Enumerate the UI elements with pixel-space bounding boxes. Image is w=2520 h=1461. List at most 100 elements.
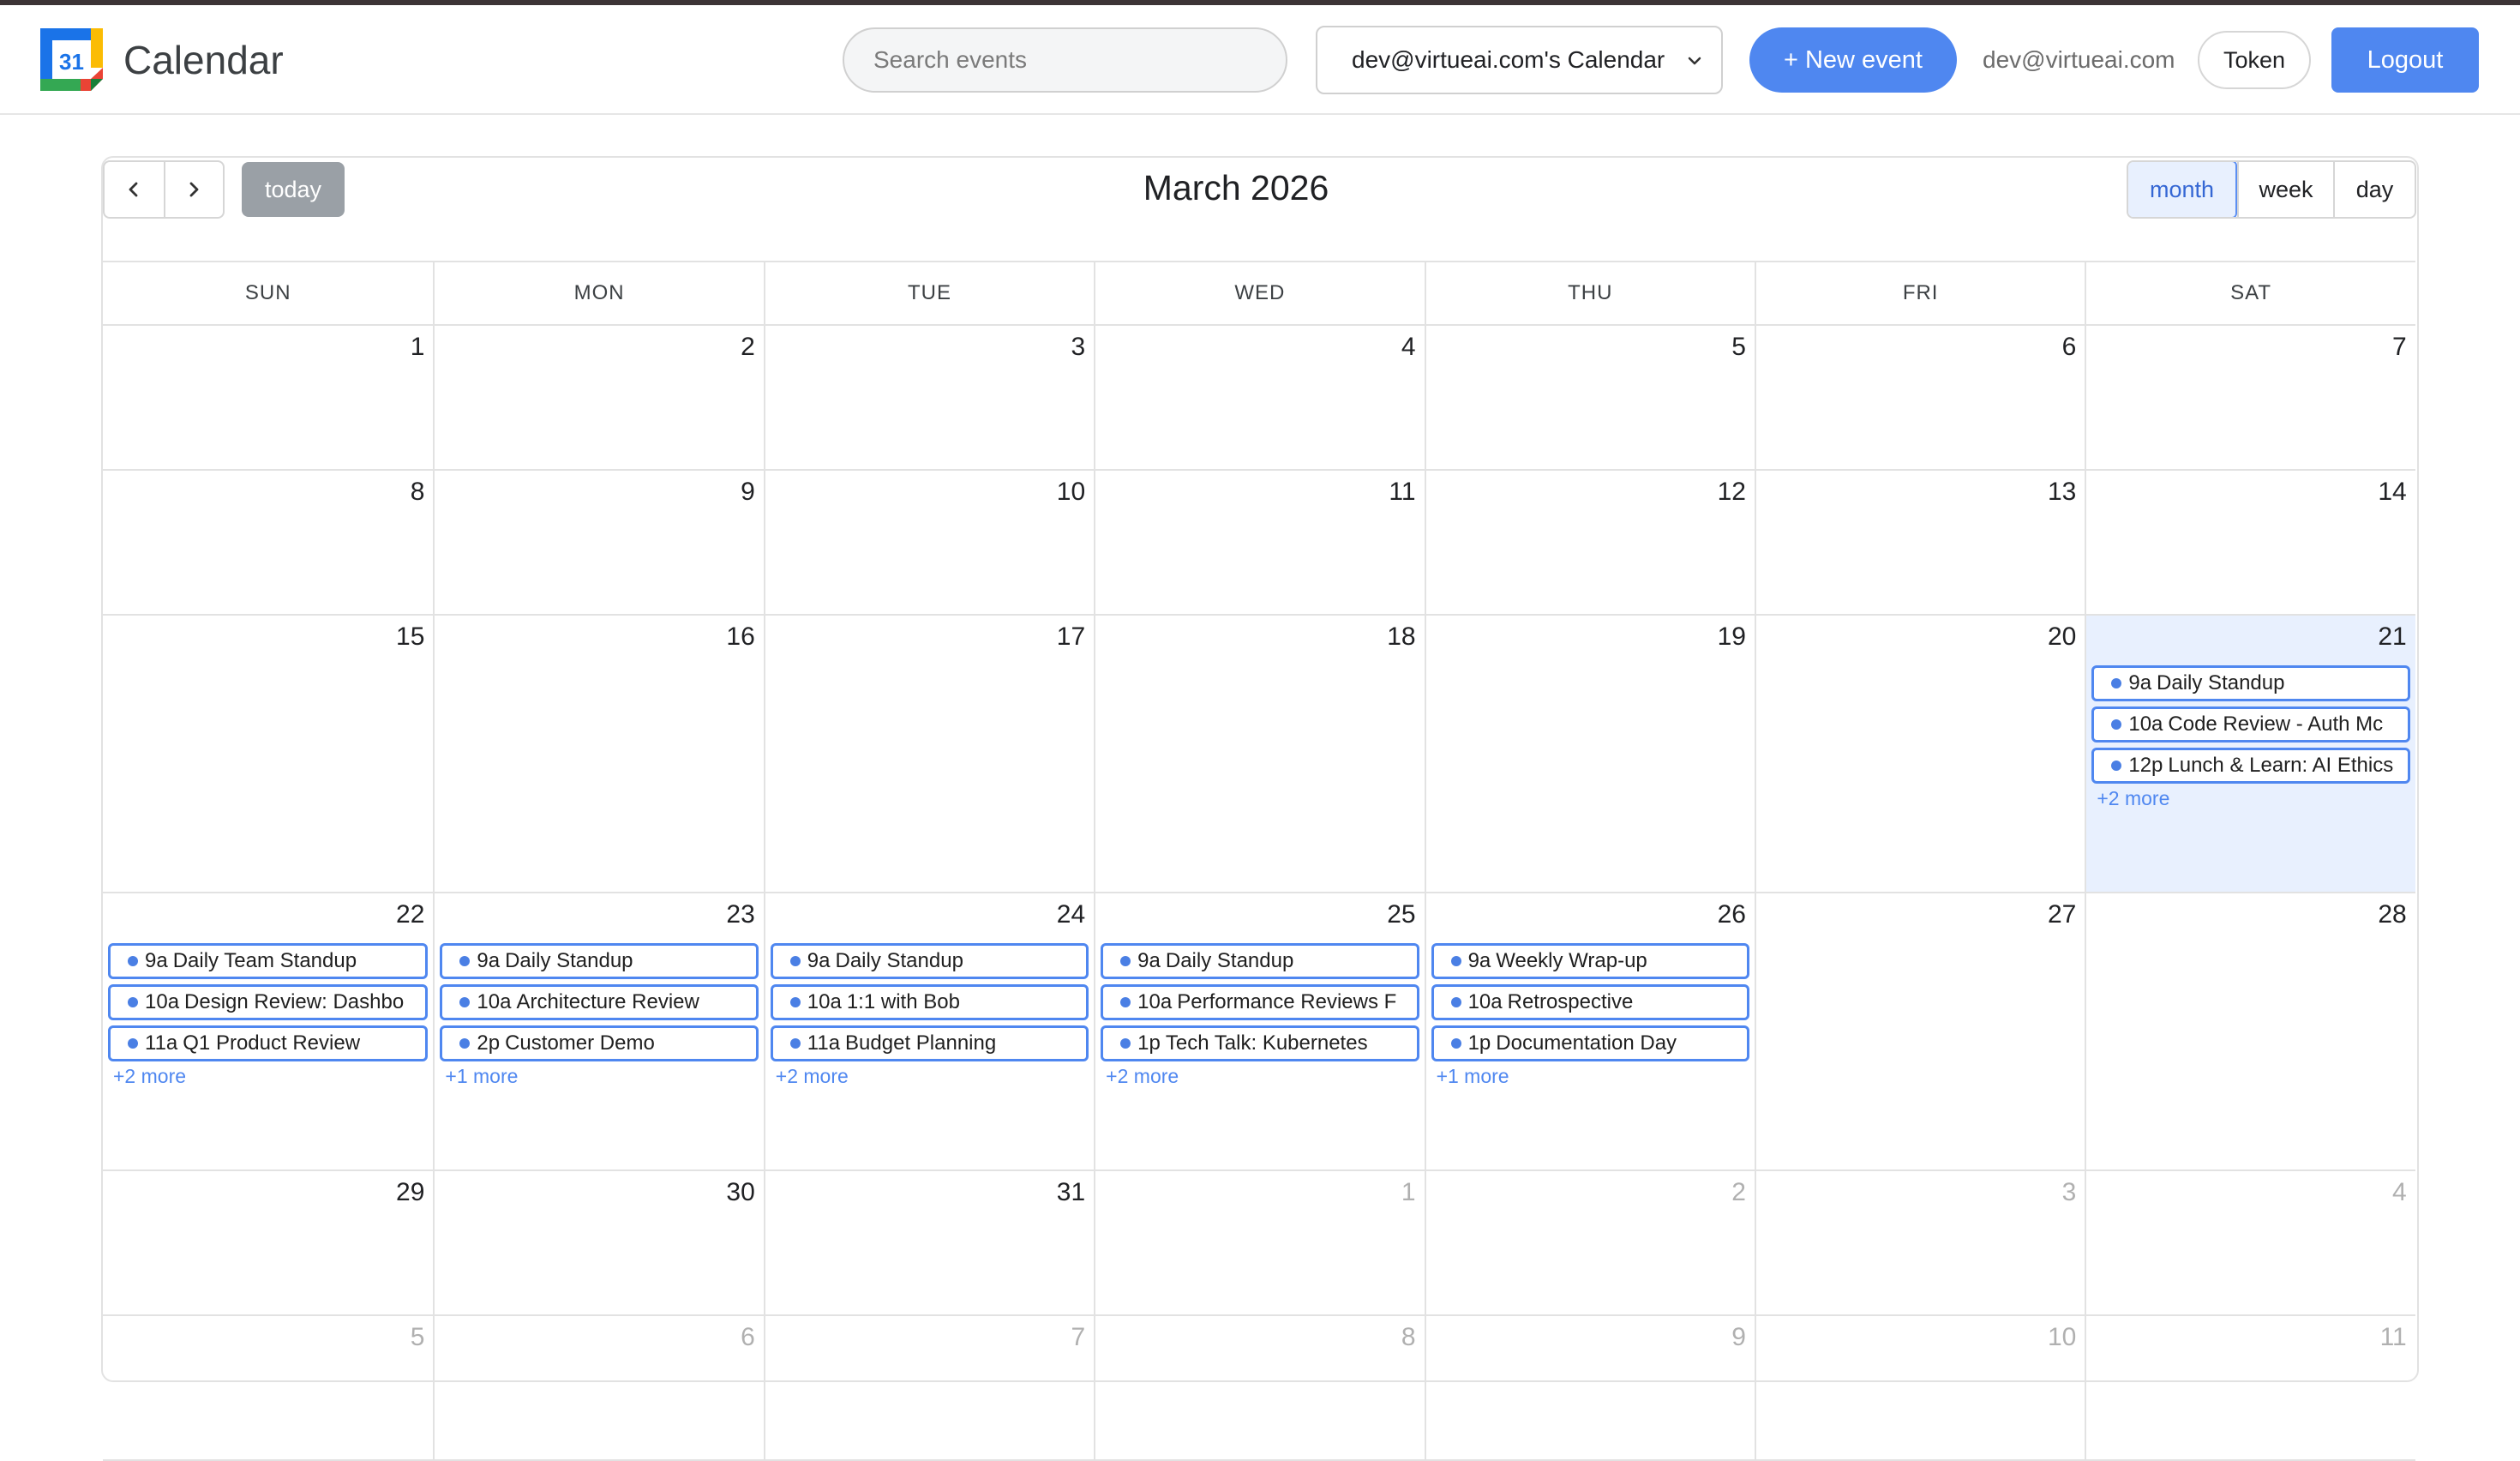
day-cell[interactable]: 1 xyxy=(103,326,433,469)
day-cell[interactable]: 2 xyxy=(1424,1171,1755,1314)
day-number[interactable]: 1 xyxy=(1401,1178,1416,1207)
day-cell[interactable]: 8 xyxy=(103,471,433,614)
event-chip[interactable]: 9a Daily Standup xyxy=(770,943,1089,979)
day-number[interactable]: 8 xyxy=(1401,1323,1416,1352)
day-cell[interactable]: 21 9a Daily Standup 10a Code Review - Auth M… xyxy=(2085,616,2415,892)
event-chip[interactable]: 9a Daily Team Standup xyxy=(108,943,429,979)
day-cell[interactable]: 4 xyxy=(2085,1171,2415,1314)
day-cell[interactable]: 7 xyxy=(763,1316,1094,1459)
logout-button[interactable]: Logout xyxy=(2331,27,2479,93)
event-chip[interactable]: 10a Performance Reviews F xyxy=(1101,984,1419,1020)
day-number[interactable]: 1 xyxy=(411,333,425,362)
day-number[interactable]: 17 xyxy=(1057,622,1085,652)
day-number[interactable]: 23 xyxy=(726,900,754,929)
day-number[interactable]: 10 xyxy=(2048,1323,2076,1352)
event-chip[interactable]: 9a Daily Standup xyxy=(1101,943,1419,979)
event-chip[interactable]: 10a Design Review: Dashbo xyxy=(108,984,429,1020)
day-cell[interactable]: 9 xyxy=(433,471,763,614)
more-events-link[interactable]: +2 more xyxy=(1101,1065,1419,1088)
day-cell[interactable]: 5 xyxy=(103,1316,433,1459)
event-chip[interactable]: 11a Q1 Product Review xyxy=(108,1025,429,1061)
day-cell[interactable]: 2 xyxy=(433,326,763,469)
next-month-button[interactable] xyxy=(163,162,223,217)
more-events-link[interactable]: +2 more xyxy=(771,1065,1089,1088)
token-button[interactable]: Token xyxy=(2198,31,2311,89)
day-number[interactable]: 8 xyxy=(411,478,425,507)
day-number[interactable]: 18 xyxy=(1387,622,1415,652)
day-number[interactable]: 6 xyxy=(741,1323,755,1352)
prev-month-button[interactable] xyxy=(105,162,164,217)
day-number[interactable]: 22 xyxy=(396,900,424,929)
day-number[interactable]: 12 xyxy=(1718,478,1746,507)
day-number[interactable]: 27 xyxy=(2048,900,2076,929)
day-number[interactable]: 4 xyxy=(1401,333,1416,362)
day-number[interactable]: 30 xyxy=(726,1178,754,1207)
day-number[interactable]: 7 xyxy=(2392,333,2407,362)
day-number[interactable]: 14 xyxy=(2378,478,2406,507)
day-number[interactable]: 9 xyxy=(741,478,755,507)
day-cell[interactable]: 5 xyxy=(1424,326,1755,469)
day-cell[interactable]: 6 xyxy=(433,1316,763,1459)
day-cell[interactable]: 18 xyxy=(1094,616,1424,892)
event-chip[interactable]: 1p Documentation Day xyxy=(1431,1025,1749,1061)
day-number[interactable]: 5 xyxy=(1731,333,1746,362)
day-number[interactable]: 6 xyxy=(2062,333,2077,362)
day-cell[interactable]: 14 xyxy=(2085,471,2415,614)
day-number[interactable]: 31 xyxy=(1057,1178,1085,1207)
day-cell[interactable]: 19 xyxy=(1424,616,1755,892)
day-number[interactable]: 10 xyxy=(1057,478,1085,507)
event-chip[interactable]: 9a Daily Standup xyxy=(440,943,759,979)
more-events-link[interactable]: +1 more xyxy=(440,1065,758,1088)
day-cell[interactable]: 30 xyxy=(433,1171,763,1314)
day-number[interactable]: 25 xyxy=(1387,900,1415,929)
day-number[interactable]: 15 xyxy=(396,622,424,652)
day-cell[interactable]: 8 xyxy=(1094,1316,1424,1459)
event-chip[interactable]: 9a Weekly Wrap-up xyxy=(1431,943,1749,979)
day-cell[interactable]: 22 9a Daily Team Standup 10a Design Review: … xyxy=(103,893,433,1169)
day-number[interactable]: 28 xyxy=(2378,900,2406,929)
day-cell[interactable]: 3 xyxy=(763,326,1094,469)
day-number[interactable]: 16 xyxy=(726,622,754,652)
day-number[interactable]: 7 xyxy=(1071,1323,1085,1352)
day-cell[interactable]: 10 xyxy=(1754,1316,2085,1459)
day-number[interactable]: 2 xyxy=(1731,1178,1746,1207)
day-cell[interactable]: 26 9a Weekly Wrap-up 10a Retrospective 1p Docu… xyxy=(1424,893,1755,1169)
day-cell[interactable]: 11 xyxy=(1094,471,1424,614)
day-number[interactable]: 9 xyxy=(1731,1323,1746,1352)
event-chip[interactable]: 10a 1:1 with Bob xyxy=(770,984,1089,1020)
day-number[interactable]: 20 xyxy=(2048,622,2076,652)
day-cell[interactable]: 4 xyxy=(1094,326,1424,469)
day-number[interactable]: 3 xyxy=(2062,1178,2077,1207)
day-cell[interactable]: 17 xyxy=(763,616,1094,892)
event-chip[interactable]: 10a Retrospective xyxy=(1431,984,1749,1020)
more-events-link[interactable]: +2 more xyxy=(108,1065,428,1088)
day-number[interactable]: 13 xyxy=(2048,478,2076,507)
day-cell[interactable]: 16 xyxy=(433,616,763,892)
day-cell[interactable]: 12 xyxy=(1424,471,1755,614)
day-number[interactable]: 11 xyxy=(1389,478,1415,507)
day-number[interactable]: 29 xyxy=(396,1178,424,1207)
event-chip[interactable]: 10a Code Review - Auth Mc xyxy=(2091,706,2410,743)
day-cell[interactable]: 29 xyxy=(103,1171,433,1314)
day-cell[interactable]: 13 xyxy=(1754,471,2085,614)
more-events-link[interactable]: +2 more xyxy=(2091,787,2409,810)
day-cell[interactable]: 7 xyxy=(2085,326,2415,469)
day-cell[interactable]: 9 xyxy=(1424,1316,1755,1459)
calendar-select[interactable]: dev@virtueai.com's Calendar xyxy=(1316,26,1723,94)
event-chip[interactable]: 9a Daily Standup xyxy=(2091,665,2410,701)
event-chip[interactable]: 10a Architecture Review xyxy=(440,984,759,1020)
day-number[interactable]: 26 xyxy=(1718,900,1746,929)
day-number[interactable]: 21 xyxy=(2378,622,2406,652)
today-button[interactable]: today xyxy=(242,162,345,217)
day-cell[interactable]: 15 xyxy=(103,616,433,892)
day-number[interactable]: 2 xyxy=(741,333,755,362)
view-month-button[interactable]: month xyxy=(2128,162,2237,217)
more-events-link[interactable]: +1 more xyxy=(1431,1065,1749,1088)
day-cell[interactable]: 3 xyxy=(1754,1171,2085,1314)
day-cell[interactable]: 31 xyxy=(763,1171,1094,1314)
day-cell[interactable]: 25 9a Daily Standup 10a Performance Reviews … xyxy=(1094,893,1424,1169)
day-cell[interactable]: 23 9a Daily Standup 10a Architecture Review 2… xyxy=(433,893,763,1169)
event-chip[interactable]: 11a Budget Planning xyxy=(770,1025,1089,1061)
day-number[interactable]: 4 xyxy=(2392,1178,2407,1207)
day-cell[interactable]: 27 xyxy=(1754,893,2085,1169)
